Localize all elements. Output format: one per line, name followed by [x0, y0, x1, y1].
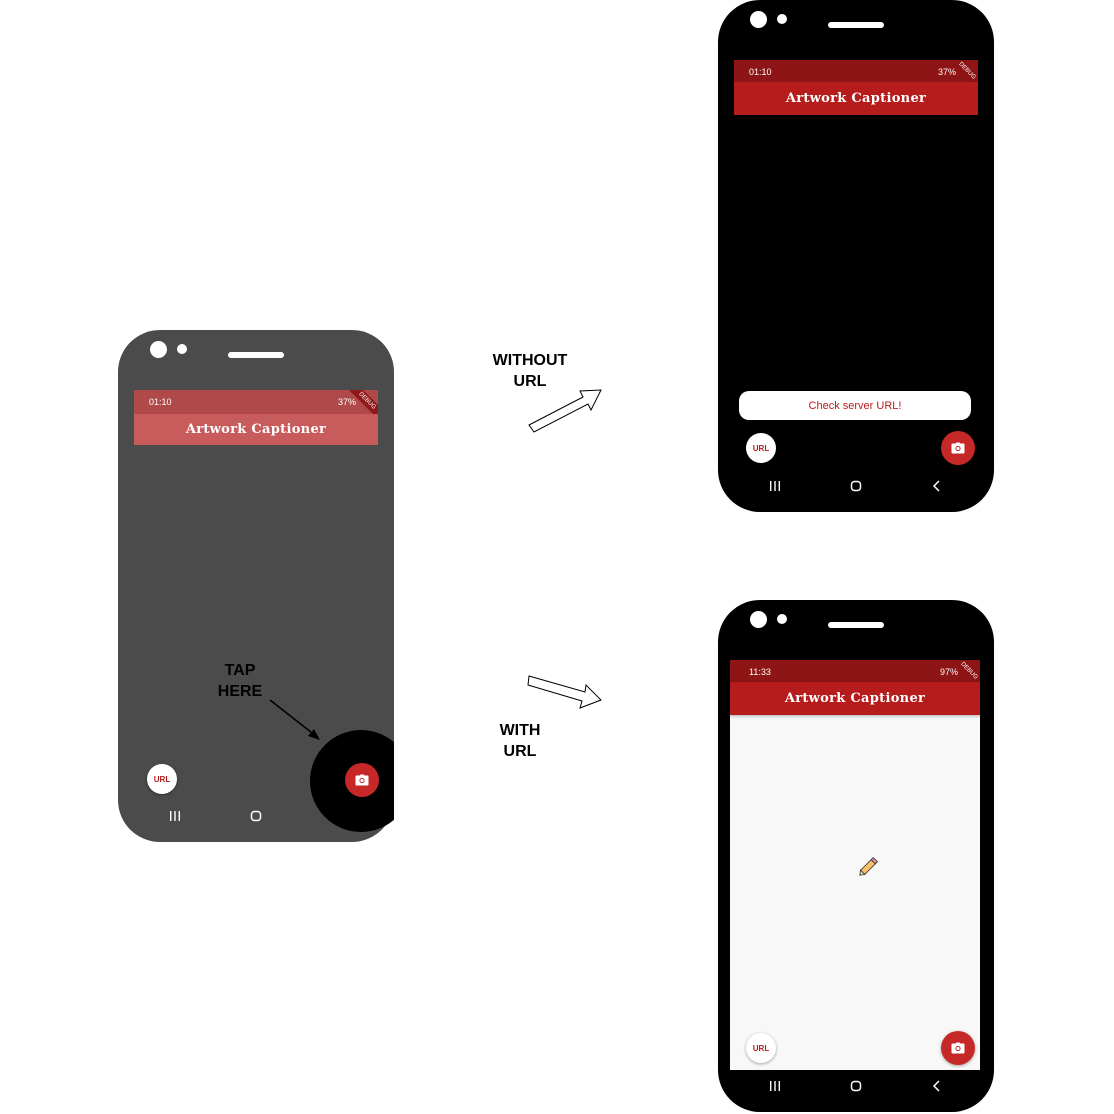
status-bar: 11:33 97% DEBUG	[730, 660, 980, 693]
app-screen: 11:33 97% DEBUG Artwork Captioner URL	[730, 660, 980, 1070]
status-battery: 37%	[337, 397, 356, 407]
recent-apps-icon[interactable]	[768, 479, 782, 493]
camera-icon	[355, 774, 369, 786]
status-battery: 37%	[937, 67, 956, 77]
with-url-label: WITH URL	[499, 722, 541, 760]
status-time: 01:10	[749, 67, 772, 77]
home-icon[interactable]	[849, 479, 863, 493]
front-sensor	[777, 614, 787, 624]
front-camera	[150, 341, 167, 358]
status-time: 11:33	[749, 667, 771, 677]
back-icon[interactable]	[930, 1079, 944, 1093]
url-button[interactable]: URL	[746, 433, 776, 463]
home-icon[interactable]	[849, 1079, 863, 1093]
snackbar: Check server URL!	[739, 391, 971, 420]
system-nav-bar	[734, 1074, 978, 1098]
tap-arrow-icon	[269, 699, 320, 740]
url-button-label: URL	[752, 1043, 770, 1053]
system-nav-bar	[734, 474, 978, 498]
url-button[interactable]: URL	[746, 1033, 776, 1063]
app-title: Artwork Captioner	[785, 91, 927, 106]
camera-button[interactable]	[941, 431, 975, 465]
app-title: Artwork Captioner	[185, 422, 327, 437]
phone-without-url: 01:10 37% DEBUG Artwork Captioner Check …	[718, 0, 994, 512]
app-header-area: 01:10 37% DEBUG Artwork Captioner	[734, 60, 978, 115]
status-bar: 01:10 37% DEBUG	[134, 390, 378, 423]
app-bar: Artwork Captioner	[730, 682, 980, 715]
status-bar: 01:10 37% DEBUG	[734, 60, 978, 93]
front-sensor	[177, 344, 187, 354]
app-header-area: 01:10 37% DEBUG Artwork Captioner	[134, 390, 378, 445]
camera-button[interactable]	[345, 763, 379, 797]
front-camera	[750, 11, 767, 28]
earpiece-speaker	[828, 622, 884, 628]
camera-icon	[951, 442, 965, 454]
back-icon[interactable]	[930, 479, 944, 493]
url-button[interactable]: URL	[147, 764, 177, 794]
camera-button[interactable]	[941, 1031, 975, 1065]
pencil-icon	[859, 856, 879, 876]
app-bar: Artwork Captioner	[134, 414, 378, 445]
mask-edge	[394, 730, 414, 834]
front-sensor	[777, 14, 787, 24]
snackbar-message: Check server URL!	[808, 399, 902, 412]
earpiece-speaker	[828, 22, 884, 28]
status-battery: 97%	[939, 667, 958, 677]
recent-apps-icon[interactable]	[768, 1079, 782, 1093]
home-icon[interactable]	[249, 809, 263, 823]
app-title: Artwork Captioner	[784, 691, 926, 706]
with-url-arrow-icon	[527, 675, 602, 709]
front-camera	[750, 611, 767, 628]
earpiece-speaker	[228, 352, 284, 358]
recent-apps-icon[interactable]	[168, 809, 182, 823]
status-time: 01:10	[149, 397, 172, 407]
phone-with-url: 11:33 97% DEBUG Artwork Captioner URL	[718, 600, 994, 1112]
camera-icon	[951, 1042, 965, 1054]
without-url-arrow-icon	[528, 389, 602, 433]
url-button-label: URL	[752, 443, 770, 453]
url-button-label: URL	[153, 774, 171, 784]
app-bar: Artwork Captioner	[734, 82, 978, 115]
